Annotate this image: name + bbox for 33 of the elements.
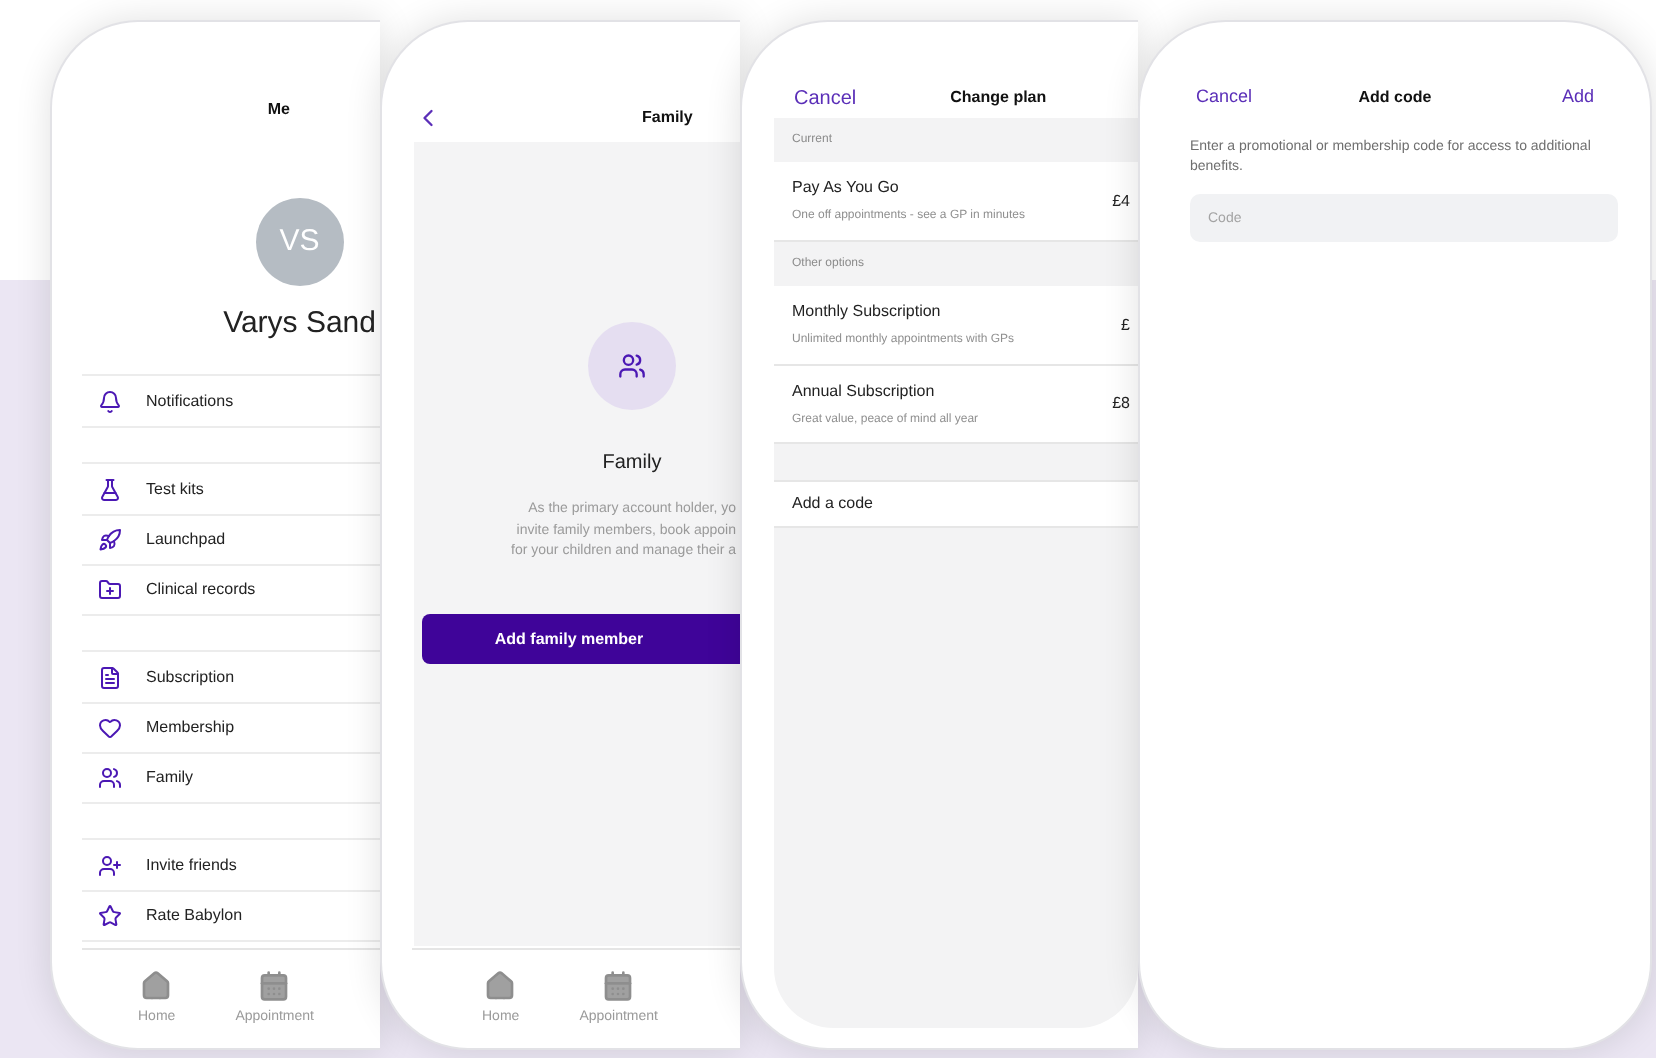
menu-item[interactable]: Notifications	[82, 376, 380, 426]
calendar-icon	[602, 970, 635, 1002]
star-icon	[98, 904, 122, 928]
document-icon	[98, 665, 122, 689]
screen-title: Add code	[1358, 86, 1434, 110]
plan-price: £8	[1112, 392, 1130, 416]
calendar-icon	[258, 970, 291, 1002]
menu-item[interactable]: Invite friends	[82, 840, 380, 890]
screen-title: Family	[642, 106, 693, 130]
add-family-member-button[interactable]: Add family member	[422, 614, 740, 664]
person-plus-icon	[98, 853, 122, 877]
empty-state-title: Family	[602, 450, 662, 478]
folder-plus-icon	[98, 578, 122, 602]
add-code-row[interactable]: Add a code	[774, 480, 1138, 528]
menu-item[interactable]: Subscription	[82, 652, 380, 702]
home-icon	[484, 970, 517, 1002]
flask-icon	[98, 477, 122, 501]
plan-price: £4	[1112, 189, 1130, 213]
screen-title: Change plan	[950, 86, 1047, 110]
add-button[interactable]: Add	[1561, 84, 1594, 112]
people-icon	[618, 352, 646, 380]
heart-icon	[98, 716, 122, 740]
menu-item[interactable]: Test kits	[82, 464, 380, 514]
home-icon	[140, 970, 173, 1002]
bell-icon	[98, 389, 122, 413]
plan-price: £	[1121, 313, 1130, 337]
avatar: VS	[255, 198, 344, 286]
rocket-icon	[98, 528, 122, 552]
profile-name: Varys Sand	[223, 304, 376, 344]
screen-title: Me	[267, 98, 290, 122]
cancel-button[interactable]: Cancel	[794, 83, 857, 113]
people-icon	[98, 766, 122, 790]
cancel-button[interactable]: Cancel	[1196, 84, 1253, 112]
